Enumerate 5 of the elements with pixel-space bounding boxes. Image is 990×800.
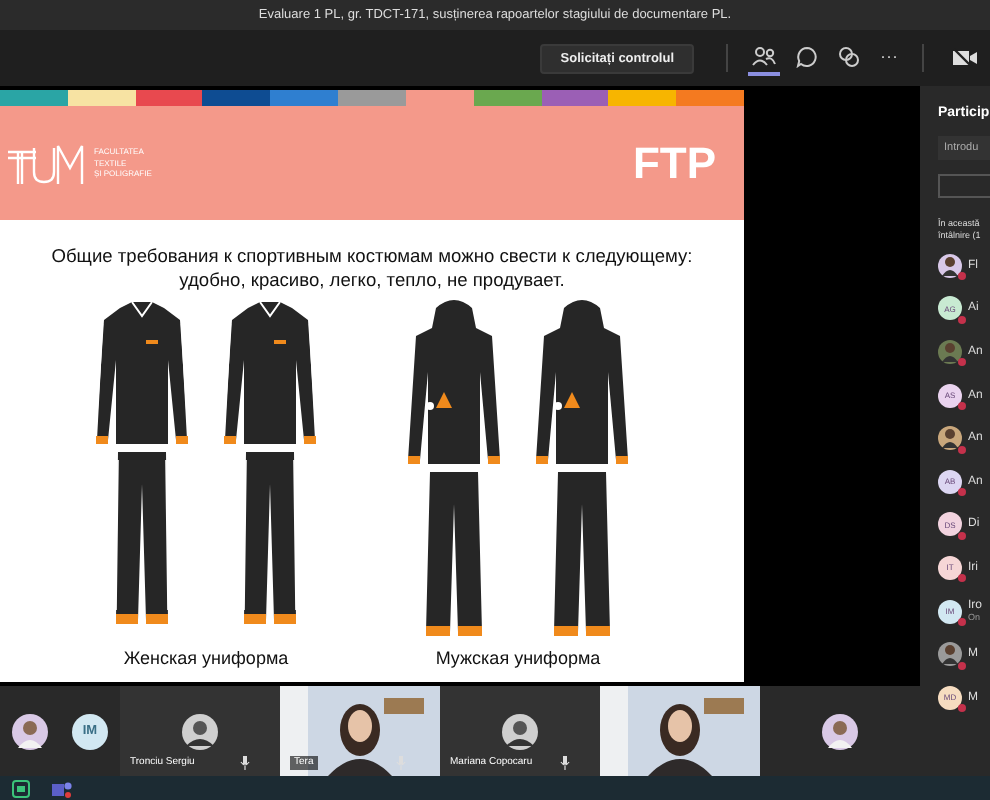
faculty-abbreviation: FTP xyxy=(632,137,716,189)
uniform-caption: Женская униформа xyxy=(123,648,289,668)
slide-text: Общие требования к спортивным костюмам можно свести к следующему: удобно, красиво, легко, тепло, не продувает. xyxy=(51,244,693,292)
more-button[interactable]: ··· xyxy=(876,40,902,76)
uniform-caption: Мужская униформа xyxy=(435,648,601,668)
